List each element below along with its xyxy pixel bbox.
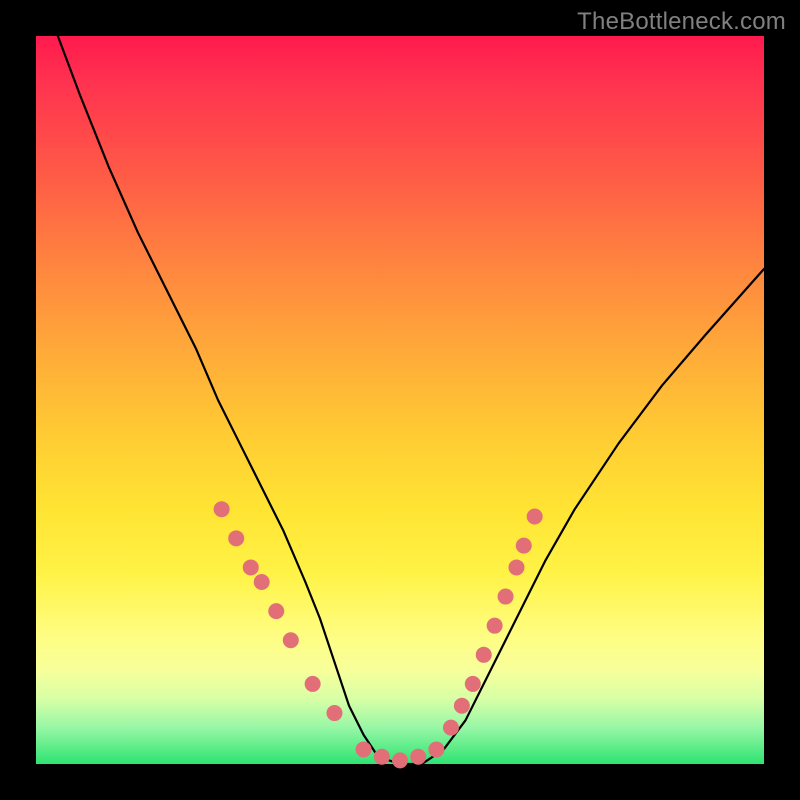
dots-left-dot: [268, 603, 284, 619]
plot-area: [36, 36, 764, 764]
dots-right-dot: [443, 720, 459, 736]
dots-right-dot: [487, 618, 503, 634]
dots-right-dot: [508, 559, 524, 575]
dots-left-dot: [326, 705, 342, 721]
dots-valley-dot: [392, 752, 408, 768]
dots-left-dot: [283, 632, 299, 648]
chart-frame: TheBottleneck.com: [0, 0, 800, 800]
dots-right-dot: [527, 508, 543, 524]
dots-right-dot: [465, 676, 481, 692]
watermark-text: TheBottleneck.com: [577, 8, 786, 36]
dots-right-dot: [476, 647, 492, 663]
dots-left-dot: [305, 676, 321, 692]
dots-valley-dot: [374, 749, 390, 765]
dots-right-dot: [516, 538, 532, 554]
dots-valley-dot: [356, 741, 372, 757]
chart-overlay: [36, 36, 764, 764]
markers-group: [214, 501, 543, 768]
bottleneck-curve: [58, 36, 764, 764]
dots-left-dot: [214, 501, 230, 517]
dots-right-dot: [498, 589, 514, 605]
dots-left-dot: [254, 574, 270, 590]
dots-left-dot: [228, 530, 244, 546]
dots-valley-dot: [428, 741, 444, 757]
dots-left-dot: [243, 559, 259, 575]
dots-right-dot: [454, 698, 470, 714]
dots-valley-dot: [410, 749, 426, 765]
